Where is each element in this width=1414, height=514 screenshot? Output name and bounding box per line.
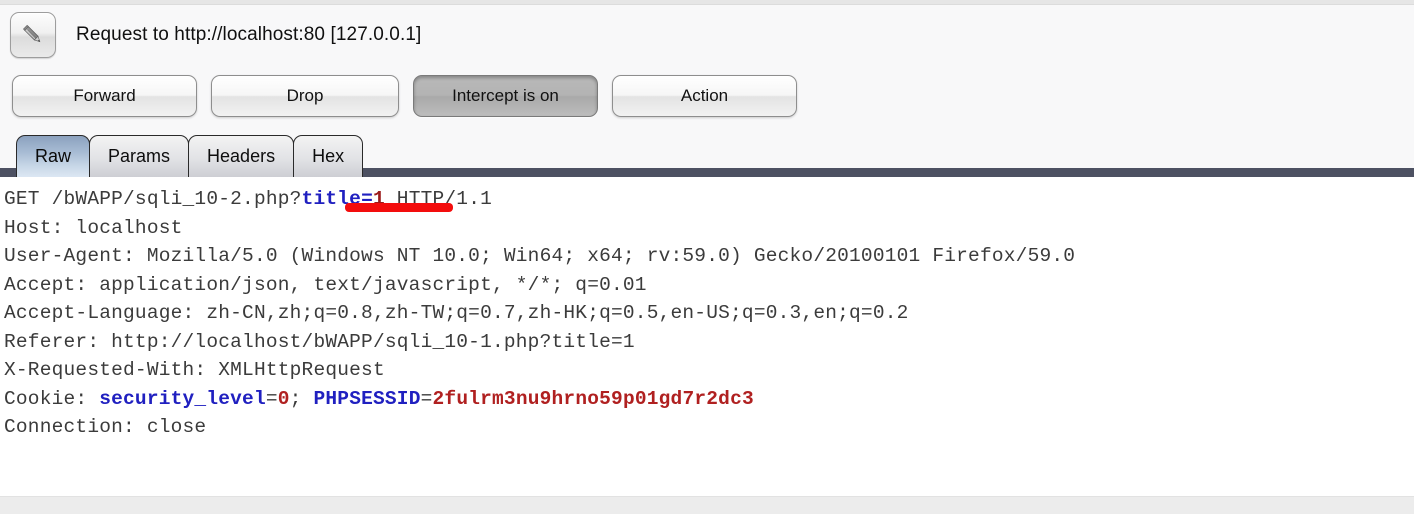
red-underline-annotation	[345, 203, 453, 211]
cookie-equals-2: =	[420, 387, 433, 410]
tab-raw-label: Raw	[35, 146, 72, 166]
cookie-value-phpsessid: 2fulrm3nu9hrno59p01gd7r2dc3	[432, 387, 754, 410]
status-strip	[0, 496, 1414, 514]
tab-hex-label: Hex	[312, 146, 345, 166]
tab-hex[interactable]: Hex	[293, 135, 364, 177]
pencil-icon	[20, 22, 46, 48]
header-accept-language: Accept-Language: zh-CN,zh;q=0.8,zh-TW;q=…	[4, 302, 909, 324]
header-user-agent: User-Agent: Mozilla/5.0 (Windows NT 10.0…	[4, 245, 1076, 267]
header-connection: Connection: close	[4, 416, 207, 438]
header-accept: Accept: application/json, text/javascrip…	[4, 273, 647, 296]
cookie-value-security-level: 0	[277, 387, 290, 410]
header-cookie: Cookie: security_level=0; PHPSESSID=2ful…	[4, 388, 754, 410]
tab-headers-label: Headers	[207, 146, 276, 166]
intercept-toggle-label: Intercept is on	[452, 86, 559, 105]
intercept-toggle-button[interactable]: Intercept is on	[413, 75, 598, 117]
cookie-label: Cookie:	[4, 387, 100, 410]
forward-button[interactable]: Forward	[12, 75, 197, 117]
burp-intercept-window: Request to http://localhost:80 [127.0.0.…	[0, 0, 1414, 514]
tab-headers[interactable]: Headers	[188, 135, 295, 177]
cookie-name-phpsessid: PHPSESSID	[313, 387, 421, 410]
message-view-tabs: Raw Params Headers Hex	[0, 127, 1414, 177]
raw-request-text: GET /bWAPP/sqli_10-2.php?title=1 HTTP/1.…	[4, 185, 1414, 442]
cookie-name-security-level: security_level	[99, 387, 266, 410]
forward-button-label: Forward	[73, 86, 136, 105]
header-x-requested-with: X-Requested-With: XMLHttpRequest	[4, 359, 385, 381]
header-host: Host: localhost	[4, 216, 183, 239]
tab-raw[interactable]: Raw	[16, 135, 91, 177]
header-referer: Referer: http://localhost/bWAPP/sqli_10-…	[4, 330, 635, 353]
cookie-equals-1: =	[265, 387, 278, 410]
cookie-separator: ;	[289, 387, 314, 410]
tab-params[interactable]: Params	[89, 135, 190, 177]
drop-button[interactable]: Drop	[211, 75, 399, 117]
action-button-bar: Forward Drop Intercept is on Action	[0, 65, 1414, 127]
window-title: Request to http://localhost:80 [127.0.0.…	[76, 24, 422, 45]
action-button[interactable]: Action	[612, 75, 797, 117]
tab-params-label: Params	[108, 146, 171, 166]
request-line-prefix: GET /bWAPP/sqli_10-2.php?	[4, 188, 302, 210]
action-button-label: Action	[680, 86, 729, 105]
titlebar: Request to http://localhost:80 [127.0.0.…	[0, 5, 1414, 65]
raw-request-editor[interactable]: GET /bWAPP/sqli_10-2.php?title=1 HTTP/1.…	[0, 177, 1414, 496]
drop-button-label: Drop	[286, 86, 324, 105]
pencil-icon-button[interactable]	[10, 12, 56, 58]
